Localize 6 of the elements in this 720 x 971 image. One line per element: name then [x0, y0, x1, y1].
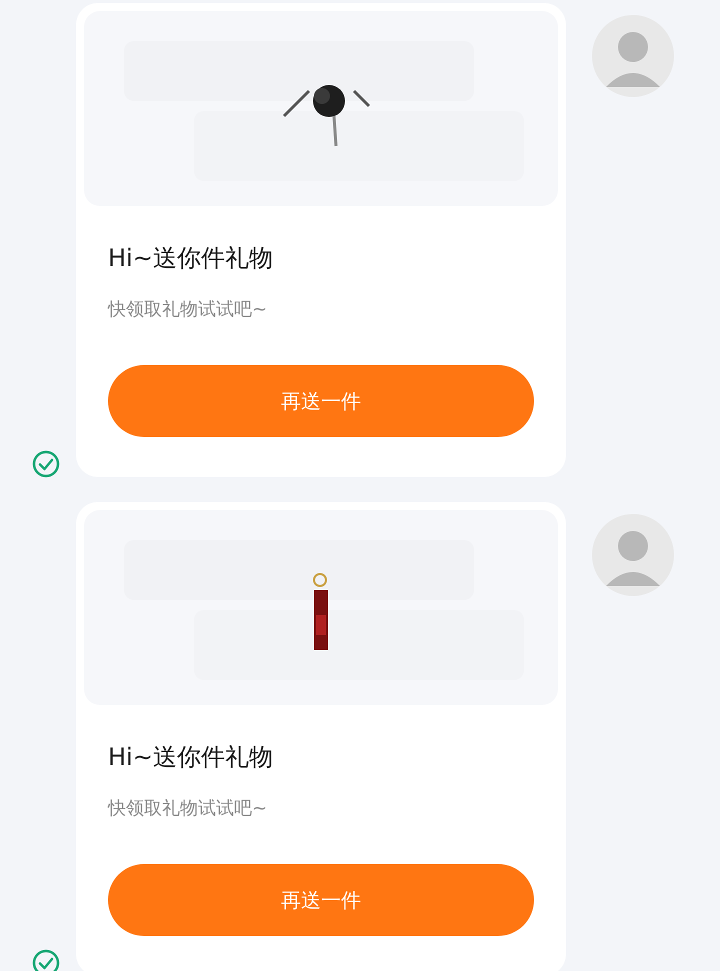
gift-title: Hi~送你件礼物 [108, 743, 274, 771]
gift-title: Hi~送你件礼物 [108, 244, 274, 272]
gift-subtitle: 快领取礼物试试吧~ [108, 299, 268, 321]
send-again-button[interactable]: 再送一件 [108, 864, 534, 936]
send-again-button[interactable]: 再送一件 [108, 365, 534, 437]
gift-subtitle: 快领取礼物试试吧~ [108, 798, 268, 820]
